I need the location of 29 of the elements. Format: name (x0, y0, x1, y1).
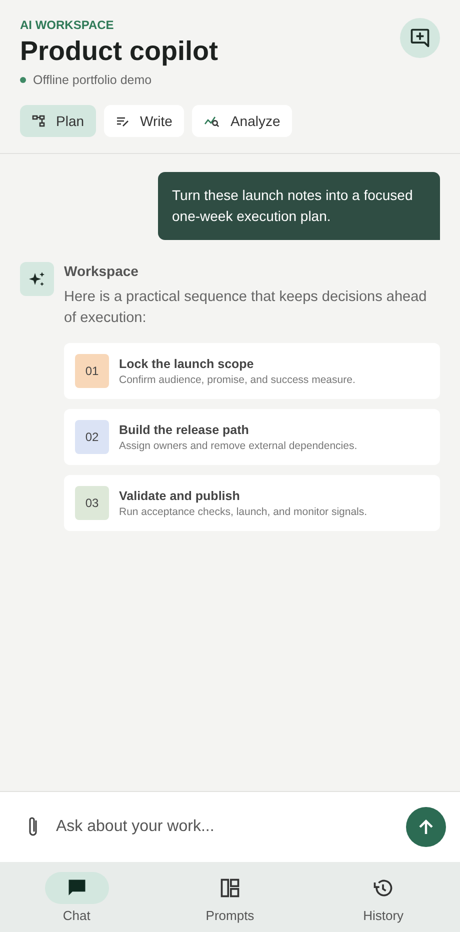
step-title: Build the release path (119, 422, 250, 436)
flow-icon (32, 114, 46, 128)
status-text: Offline portfolio demo (33, 73, 152, 87)
sender-name: Workspace (64, 263, 140, 279)
step-title: Lock the launch scope (119, 356, 255, 370)
step-number: 03 (75, 486, 109, 520)
nav-item[interactable]: History (306, 862, 460, 932)
step-number: 02 (75, 420, 109, 454)
mode-tab[interactable]: Plan (20, 105, 96, 137)
step-number: 01 (75, 354, 109, 388)
mode-tab[interactable]: Write (104, 105, 184, 137)
page-title: Product copilot (20, 36, 218, 67)
step-detail: Confirm audience, promise, and success measure. (119, 374, 356, 386)
user-message: Turn these launch notes into a focused one-week execution plan. (158, 172, 440, 240)
step-detail: Assign owners and remove external dependencies. (119, 440, 358, 452)
eyebrow-label: AI WORKSPACE (20, 18, 115, 32)
dashboard-icon (218, 876, 241, 898)
send-button[interactable] (406, 807, 446, 847)
analytics-icon (204, 114, 220, 128)
sparkle-icon (28, 270, 46, 288)
step-detail: Run acceptance checks, launch, and monitor signals. (119, 506, 368, 518)
step-title: Validate and publish (119, 488, 241, 502)
mode-tab[interactable]: Analyze (192, 105, 292, 137)
add-comment-icon (409, 27, 431, 49)
status-dot (20, 77, 26, 83)
reply-text: Here is a practical sequence that keeps decisions ahead of execution: (64, 288, 428, 328)
nav-item[interactable]: Prompts (153, 862, 307, 932)
nav-item[interactable]: Chat (0, 862, 154, 932)
new-chat-button[interactable] (400, 18, 440, 58)
